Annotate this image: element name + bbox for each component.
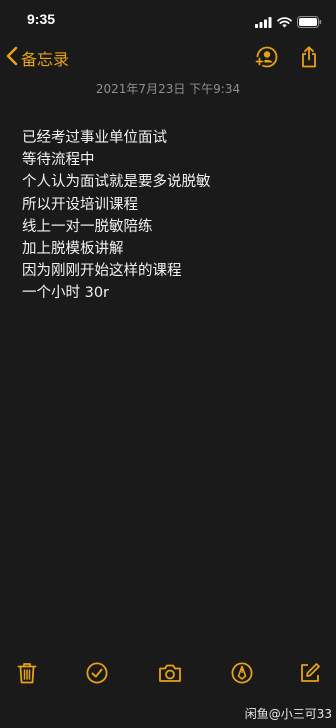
status-icons — [255, 13, 322, 32]
note-line: 个人认为面试就是要多说脱敏 — [22, 174, 211, 191]
signal-bars-icon — [255, 13, 272, 32]
pen-circle-icon — [231, 662, 253, 688]
note-line: 等待流程中 — [22, 152, 95, 169]
note-line: 已经考过事业单位面试 — [22, 130, 167, 146]
wifi-icon — [277, 13, 292, 32]
note-line: 因为刚刚开始这样的课程 — [22, 263, 182, 280]
chevron-left-icon — [6, 46, 21, 70]
add-person-icon[interactable] — [254, 46, 278, 72]
status-time: 9:35 — [27, 11, 56, 27]
note-line: 所以开设培训课程 — [22, 196, 138, 213]
compose-icon — [299, 662, 321, 688]
markup-button[interactable] — [229, 662, 255, 688]
status-bar: 9:35 — [0, 0, 336, 40]
trash-icon — [17, 662, 37, 688]
checklist-button[interactable] — [84, 662, 110, 688]
battery-icon — [297, 13, 322, 32]
note-body[interactable]: 已经考过事业单位面试 等待流程中 个人认为面试就是要多说脱敏 所以开设培训课程 … — [22, 127, 320, 305]
watermark: 闲鱼@小三可33 — [244, 707, 332, 721]
checkmark-circle-icon — [86, 662, 108, 688]
share-icon[interactable] — [300, 46, 318, 72]
camera-button[interactable] — [157, 662, 183, 688]
bottom-toolbar — [0, 662, 336, 692]
nav-bar: 备忘录 — [0, 44, 336, 76]
back-label: 备忘录 — [21, 50, 70, 69]
nav-actions — [254, 46, 318, 72]
delete-button[interactable] — [14, 662, 40, 688]
compose-button[interactable] — [297, 662, 323, 688]
note-line: 线上一对一脱敏陪练 — [22, 218, 153, 235]
back-button[interactable]: 备忘录 — [6, 46, 69, 70]
camera-icon — [158, 663, 182, 687]
note-line: 加上脱模板讲解 — [22, 241, 124, 258]
note-line: 一个小时 30r — [22, 285, 110, 302]
note-timestamp: 2021年7月23日 下午9:34 — [95, 82, 241, 96]
